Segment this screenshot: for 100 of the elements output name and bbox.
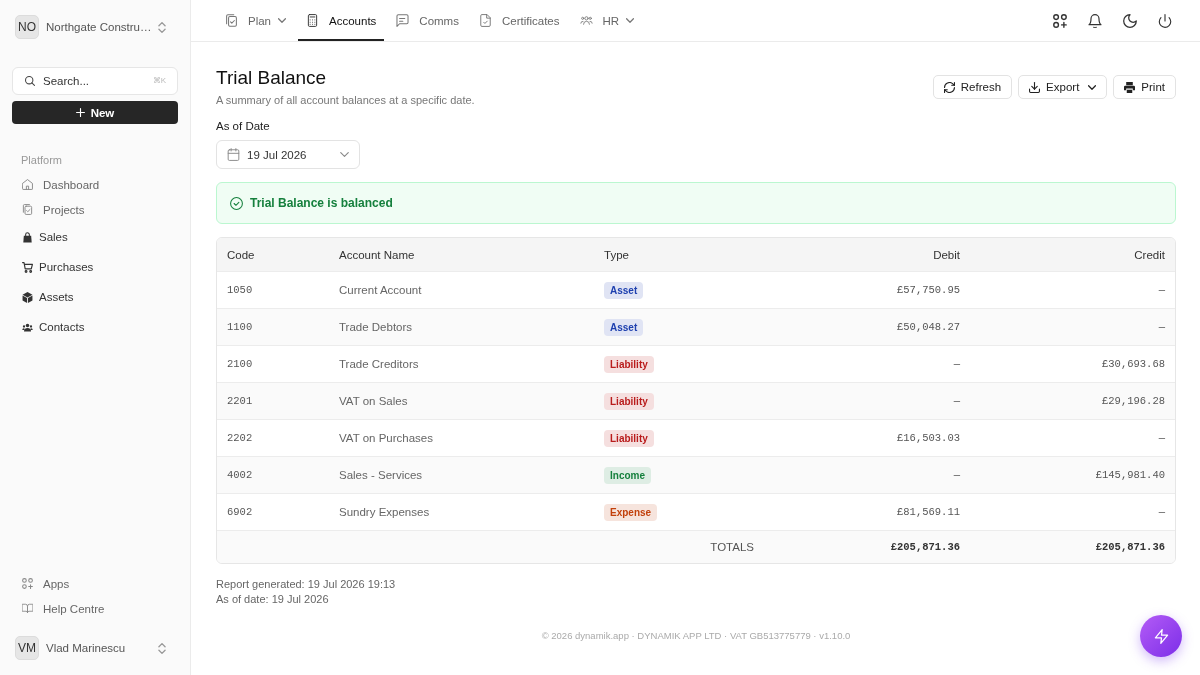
users-icon (22, 321, 33, 333)
type-tag: Asset (604, 318, 644, 336)
printer-icon (1124, 81, 1136, 93)
table-cell-text: — (1157, 284, 1166, 296)
type-tag: Income (604, 466, 651, 484)
sidebar-item[interactable]: Assets (12, 282, 178, 312)
table-cell-text: £57,750.95 (896, 284, 961, 296)
nav-tab[interactable]: Certificates (470, 0, 568, 41)
refresh-icon (943, 81, 955, 93)
chevrons-up-down-icon[interactable] (158, 21, 166, 33)
nav-tab[interactable]: Accounts (298, 0, 385, 41)
grid-plus-icon (22, 578, 33, 589)
table-cell-text: — (952, 358, 961, 370)
column-header: Account Name (338, 248, 416, 261)
clipboard-check-icon (22, 204, 33, 215)
table-cell-text: 2201 (226, 395, 254, 407)
calendar-icon (227, 148, 240, 161)
table-cell-text: — (1157, 506, 1166, 518)
table-cell-text: — (1157, 321, 1166, 333)
table-cell-text: Current Account (338, 284, 423, 296)
user-avatar: VM (15, 636, 39, 660)
report-info-text: As of date: 19 Jul 2026 (216, 592, 330, 607)
table-cell-text: £16,503.03 (896, 432, 961, 444)
sidebar-item[interactable]: Projects (12, 197, 178, 222)
type-tag: Liability (604, 355, 654, 373)
user-name: Vlad Marinescu (46, 642, 127, 654)
sidebar-item[interactable]: Help Centre (12, 596, 178, 621)
table-cell-text: £29,196.28 (1101, 395, 1166, 407)
grid-plus-icon[interactable] (1053, 13, 1067, 28)
table-cell-text: 6902 (226, 506, 254, 518)
column-header: Type (603, 248, 630, 261)
type-tag: Asset (604, 281, 644, 299)
table-cell-text: £30,693.68 (1101, 358, 1166, 370)
table-cell-text: — (952, 469, 961, 481)
quick-action-button[interactable] (1140, 615, 1182, 657)
home-icon (22, 179, 33, 190)
download-icon (1029, 81, 1041, 93)
type-tag: Liability (604, 429, 654, 447)
footer-text: © 2026 dynamik.app · DYNAMIK APP LTD · VAT GB513775779 · v1.10.0 (541, 629, 851, 643)
table-cell-text: £81,569.11 (896, 506, 961, 518)
lightning-icon (1153, 628, 1169, 644)
file-check-icon (478, 14, 492, 27)
column-header: Code (226, 248, 256, 261)
check-circle-icon (230, 196, 243, 210)
table-cell-text: VAT on Sales (338, 395, 409, 407)
chevrons-up-down-icon[interactable] (158, 642, 166, 654)
table-cell-text: 1050 (226, 284, 254, 296)
cart-icon (22, 261, 33, 273)
sidebar-item[interactable]: Purchases (12, 252, 178, 282)
type-tag: Expense (604, 503, 658, 521)
caret-down-icon (340, 152, 349, 157)
table-cell-text: — (952, 395, 961, 407)
section-label: Platform (20, 153, 63, 168)
report-info-text: Report generated: 19 Jul 2026 19:13 (216, 577, 397, 592)
table-cell-text: — (1157, 432, 1166, 444)
table-cell-text: Sales - Services (338, 469, 424, 481)
sidebar-item[interactable]: Dashboard (12, 172, 178, 197)
table-cell-text: VAT on Purchases (338, 432, 434, 444)
field-label: As of Date (216, 119, 271, 134)
table-cell-text: £205,871.36 (1094, 541, 1166, 553)
book-icon (22, 603, 33, 614)
export-button[interactable]: Export (1018, 75, 1108, 99)
new-button[interactable]: New (12, 101, 178, 124)
table-cell-text: £50,048.27 (896, 321, 961, 333)
cube-icon (22, 291, 33, 303)
users-icon (579, 14, 593, 27)
table-cell-text: 2202 (226, 432, 254, 444)
table-cell-text: Sundry Expenses (338, 506, 431, 518)
page-subtitle: A summary of all account balances at a specific date. (216, 93, 475, 107)
chat-icon (396, 14, 410, 27)
page-title: Trial Balance (216, 66, 328, 90)
bell-icon[interactable] (1088, 13, 1102, 28)
print-button[interactable]: Print (1113, 75, 1176, 99)
column-header: Debit (932, 248, 961, 261)
totals-label: TOTALS (709, 541, 755, 553)
workspace-avatar: NO (15, 15, 39, 39)
date-picker[interactable]: 19 Jul 2026 (216, 140, 360, 169)
shopping-bag-icon (22, 231, 33, 243)
table-cell-text: £145,981.40 (1094, 469, 1166, 481)
moon-icon[interactable] (1123, 13, 1137, 28)
nav-tab[interactable]: Plan (217, 0, 295, 41)
table-cell-text: Trade Debtors (338, 321, 414, 333)
table-cell-text: Trade Creditors (338, 358, 420, 370)
power-icon[interactable] (1158, 13, 1172, 28)
search-icon (25, 76, 35, 86)
alert-message: Trial Balance is balanced (250, 196, 393, 210)
nav-tab[interactable]: Comms (388, 0, 467, 41)
refresh-button[interactable]: Refresh (932, 75, 1013, 99)
table-cell-text: 4002 (226, 469, 254, 481)
calculator-icon (306, 14, 320, 27)
table-cell-text: 2100 (226, 358, 254, 370)
workspace-name: Northgate Constru… (46, 21, 153, 33)
nav-tab[interactable]: HR (571, 0, 643, 41)
sidebar-item[interactable]: Sales (12, 222, 178, 252)
table-cell-text: £205,871.36 (889, 541, 961, 553)
type-tag: Liability (604, 392, 654, 410)
sidebar-item[interactable]: Apps (12, 571, 178, 596)
sidebar-item[interactable]: Contacts (12, 312, 178, 342)
column-header: Credit (1133, 248, 1166, 261)
clipboard-check-icon (225, 14, 238, 27)
